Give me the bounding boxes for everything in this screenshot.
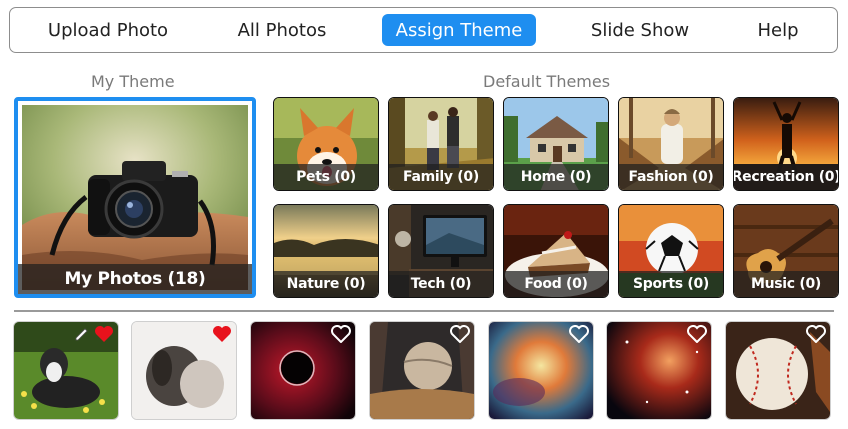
theme-tile-tech[interactable]: Tech (0): [388, 204, 494, 298]
theme-caption-family: Family (0): [389, 164, 493, 190]
theme-caption-recreation: Recreation (0): [734, 164, 838, 190]
theme-tile-family[interactable]: Family (0): [388, 97, 494, 191]
heart-icon[interactable]: [94, 325, 114, 343]
nav-assign-theme[interactable]: Assign Theme: [382, 14, 536, 46]
nav-slide-show[interactable]: Slide Show: [584, 14, 696, 46]
heart-icon[interactable]: [687, 325, 707, 343]
nav-all-photos[interactable]: All Photos: [228, 14, 336, 46]
theme-tile-food[interactable]: Food (0): [503, 204, 609, 298]
photo-thumbnail-2[interactable]: [131, 321, 237, 420]
theme-tile-home[interactable]: Home (0): [503, 97, 609, 191]
heart-icon[interactable]: [569, 325, 589, 343]
theme-caption-home: Home (0): [504, 164, 608, 190]
theme-tile-music[interactable]: Music (0): [733, 204, 839, 298]
photo-thumbnail-3[interactable]: [250, 321, 356, 420]
photo-thumbnail-7[interactable]: [725, 321, 831, 420]
nav-upload-photo[interactable]: Upload Photo: [37, 14, 179, 46]
nav-help[interactable]: Help: [748, 14, 808, 46]
heart-icon[interactable]: [450, 325, 470, 343]
pencil-icon[interactable]: [74, 326, 90, 342]
my-theme-caption: My Photos (18): [18, 264, 252, 294]
photo-thumbnail-5[interactable]: [488, 321, 594, 420]
theme-caption-fashion: Fashion (0): [619, 164, 723, 190]
photo-thumbnail-6[interactable]: [606, 321, 712, 420]
heart-icon[interactable]: [806, 325, 826, 343]
my-theme-heading: My Theme: [91, 72, 175, 91]
theme-tile-sports[interactable]: Sports (0): [618, 204, 724, 298]
theme-caption-music: Music (0): [734, 271, 838, 297]
default-themes-heading: Default Themes: [483, 72, 611, 91]
theme-caption-food: Food (0): [504, 271, 608, 297]
theme-tile-nature[interactable]: Nature (0): [273, 204, 379, 298]
theme-tile-pets[interactable]: Pets (0): [273, 97, 379, 191]
theme-tile-fashion[interactable]: Fashion (0): [618, 97, 724, 191]
heart-icon[interactable]: [331, 325, 351, 343]
heart-icon[interactable]: [212, 325, 232, 343]
photo-thumbnail-1[interactable]: [13, 321, 119, 420]
my-theme-tile[interactable]: My Photos (18): [14, 97, 256, 298]
top-nav-bar: Upload Photo All Photos Assign Theme Sli…: [9, 7, 838, 53]
camera-photo: [22, 105, 248, 290]
theme-caption-tech: Tech (0): [389, 271, 493, 297]
theme-caption-pets: Pets (0): [274, 164, 378, 190]
theme-caption-sports: Sports (0): [619, 271, 723, 297]
photo-thumbnail-4[interactable]: [369, 321, 475, 420]
theme-caption-nature: Nature (0): [274, 271, 378, 297]
section-divider: [14, 310, 834, 312]
theme-tile-recreation[interactable]: Recreation (0): [733, 97, 839, 191]
